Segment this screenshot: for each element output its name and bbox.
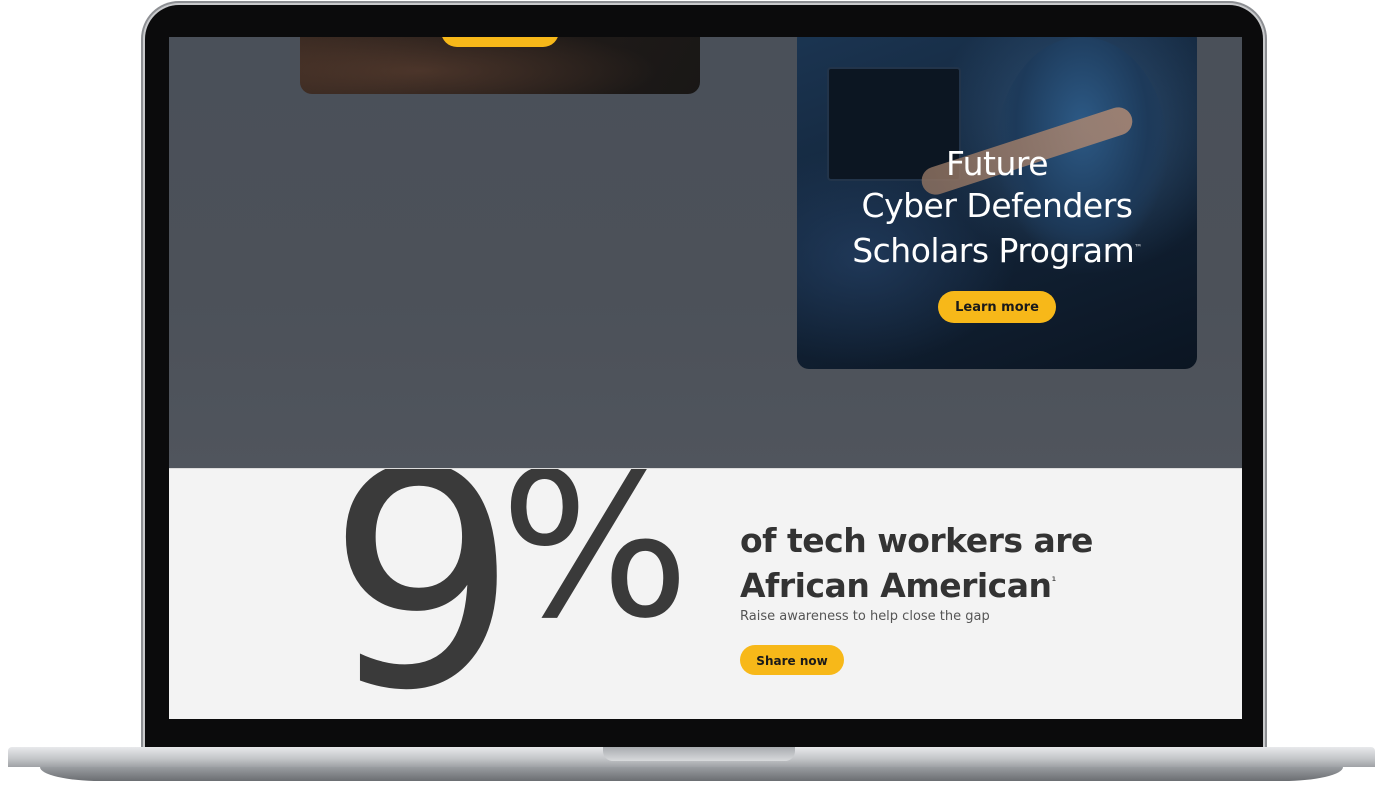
laptop-screen: Future Cyber Defenders Scholars Program™… <box>169 37 1242 719</box>
promo-title-line-3: Scholars Program™ <box>797 227 1197 272</box>
promo-title: Future Cyber Defenders Scholars Program™ <box>797 143 1197 272</box>
big-stat: 9% <box>327 468 690 719</box>
stat-headline-line-1: of tech workers are <box>740 521 1093 560</box>
footnote-mark: ¹ <box>1051 574 1057 588</box>
stat-section: 9% of tech workers are African American¹… <box>169 468 1242 719</box>
stat-headline-line-2-text: African American <box>740 566 1052 605</box>
promo-card-partial <box>300 37 700 94</box>
laptop-base-bottom <box>40 767 1343 781</box>
learn-more-button[interactable]: Learn more <box>938 291 1056 323</box>
stat-number: 9 <box>327 468 518 719</box>
promo-title-line-1: Future <box>945 144 1049 183</box>
stat-headline-line-2: African American¹ <box>740 561 1140 606</box>
scholars-program-card: Future Cyber Defenders Scholars Program™… <box>797 37 1197 369</box>
stat-percent-sign: % <box>499 468 690 663</box>
card-button-partial[interactable] <box>441 37 559 47</box>
dark-section: Future Cyber Defenders Scholars Program™… <box>169 37 1242 468</box>
promo-title-line-3-text: Scholars Program <box>852 231 1135 270</box>
laptop-base <box>0 747 1383 790</box>
laptop-opening-notch <box>603 747 795 761</box>
stat-subline: Raise awareness to help close the gap <box>740 609 990 624</box>
trademark-mark: ™ <box>1134 243 1142 252</box>
share-now-button[interactable]: Share now <box>740 645 844 675</box>
stat-headline: of tech workers are African American¹ <box>740 521 1140 606</box>
promo-title-line-2: Cyber Defenders <box>861 186 1133 225</box>
